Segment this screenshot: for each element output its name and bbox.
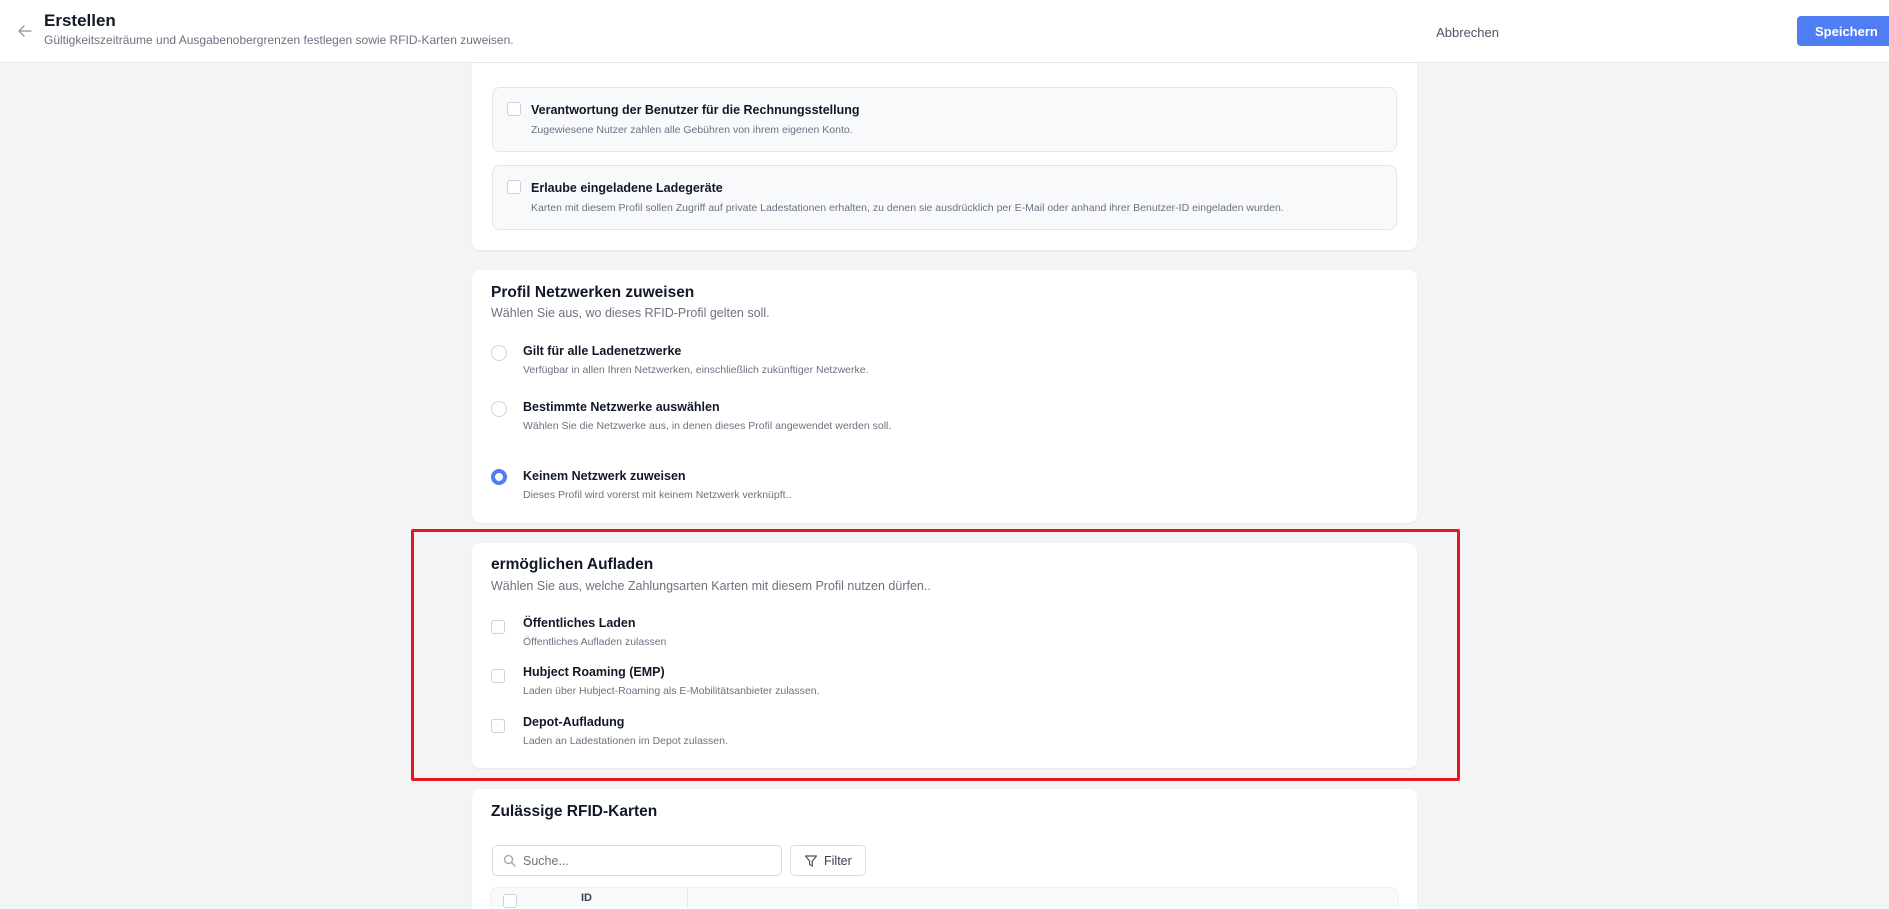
option-description: Zugewiesene Nutzer zahlen alle Gebühren … — [531, 124, 853, 136]
radio-no-network[interactable] — [491, 469, 507, 485]
radio-all-networks[interactable] — [491, 345, 507, 361]
billing-responsibility-checkbox[interactable] — [507, 102, 521, 116]
networks-card-description: Wählen Sie aus, wo dieses RFID-Profil ge… — [491, 306, 770, 320]
checkbox-label: Depot-Aufladung — [523, 715, 625, 729]
filter-label: Filter — [824, 853, 852, 868]
page-subtitle: Gültigkeitszeiträume und Ausgabenobergre… — [44, 33, 514, 47]
radio-specific-networks[interactable] — [491, 401, 507, 417]
top-header: Erstellen Gültigkeitszeiträume und Ausga… — [0, 0, 1889, 63]
radio-description: Dieses Profil wird vorerst mit keinem Ne… — [523, 489, 792, 501]
rfid-cards-card: Zulässige RFID-Karten Filter ID — [472, 789, 1417, 909]
public-charging-checkbox[interactable] — [491, 620, 505, 634]
charging-card: ermöglichen Aufladen Wählen Sie aus, wel… — [472, 543, 1417, 768]
arrow-left-icon — [18, 25, 32, 37]
checkbox-label: Hubject Roaming (EMP) — [523, 665, 665, 679]
radio-description: Verfügbar in allen Ihren Netzwerken, ein… — [523, 364, 869, 376]
filter-button[interactable]: Filter — [790, 845, 866, 876]
option-description: Karten mit diesem Profil sollen Zugriff … — [531, 202, 1284, 214]
checkbox-label: Öffentliches Laden — [523, 616, 636, 630]
table-header: ID — [490, 887, 1399, 908]
radio-label: Gilt für alle Ladenetzwerke — [523, 344, 682, 358]
checkbox-description: Laden über Hubject-Roaming als E-Mobilit… — [523, 685, 820, 697]
save-button[interactable]: Speichern — [1797, 16, 1889, 46]
page-title: Erstellen — [44, 11, 116, 30]
search-icon — [503, 854, 516, 867]
charging-card-title: ermöglichen Aufladen — [491, 556, 654, 573]
radio-label: Keinem Netzwerk zuweisen — [523, 469, 686, 483]
column-divider — [687, 888, 688, 908]
radio-label: Bestimmte Netzwerke auswählen — [523, 400, 720, 414]
search-input[interactable] — [523, 850, 773, 872]
filter-icon — [804, 854, 818, 867]
checkbox-description: Laden an Ladestationen im Depot zulassen… — [523, 735, 728, 747]
rfid-card-title: Zulässige RFID-Karten — [491, 803, 658, 820]
checkbox-description: Öffentliches Aufladen zulassen — [523, 636, 667, 648]
option-label: Verantwortung der Benutzer für die Rechn… — [531, 103, 860, 117]
option-invited-chargers[interactable]: Erlaube eingeladene Ladegeräte Karten mi… — [492, 165, 1397, 230]
select-all-checkbox[interactable] — [503, 894, 517, 908]
hubject-roaming-checkbox[interactable] — [491, 669, 505, 683]
option-billing-responsibility[interactable]: Verantwortung der Benutzer für die Rechn… — [492, 87, 1397, 152]
radio-description: Wählen Sie die Netzwerke aus, in denen d… — [523, 420, 892, 432]
back-button[interactable] — [14, 20, 36, 42]
column-header-id: ID — [581, 892, 592, 904]
charging-card-description: Wählen Sie aus, welche Zahlungsarten Kar… — [491, 579, 931, 593]
networks-card-title: Profil Netzwerken zuweisen — [491, 284, 695, 301]
depot-charging-checkbox[interactable] — [491, 719, 505, 733]
networks-card: Profil Netzwerken zuweisen Wählen Sie au… — [472, 270, 1417, 523]
search-box[interactable] — [492, 845, 782, 876]
invited-chargers-checkbox[interactable] — [507, 180, 521, 194]
option-label: Erlaube eingeladene Ladegeräte — [531, 181, 723, 195]
cancel-button[interactable]: Abbrechen — [1430, 19, 1505, 45]
